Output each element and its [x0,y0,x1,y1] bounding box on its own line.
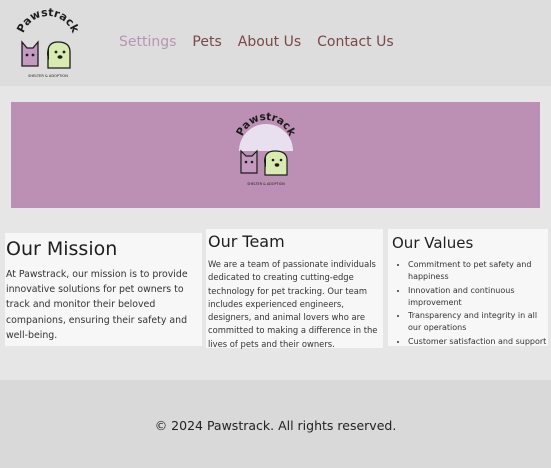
svg-text:SHELTER & ADOPTION: SHELTER & ADOPTION [28,74,68,78]
mission-card: Our Mission At Pawstrack, our mission is… [5,233,202,346]
team-text: We are a team of passionate individuals … [208,259,378,349]
svg-text:SHELTER & ADOPTION: SHELTER & ADOPTION [247,182,285,186]
team-card: Our Team We are a team of passionate ind… [206,229,383,349]
team-title: Our Team [208,232,285,251]
list-item: Transparency and integrity in all our op… [408,310,548,335]
svg-text:Pawstrack: Pawstrack [14,6,82,36]
mission-text: At Pawstrack, our mission is to provide … [6,269,188,341]
pawstrack-logo[interactable]: Pawstrack SHELTER & ADOPTION [12,2,84,82]
nav-pets[interactable]: Pets [192,34,221,50]
site-footer: © 2024 Pawstrack. All rights reserved. [0,380,551,468]
list-item: Commitment to pet safety and happiness [408,259,548,284]
mission-title: Our Mission [6,238,118,260]
main-nav: Settings Pets About Us Contact Us [119,34,410,50]
nav-about-us[interactable]: About Us [238,34,301,50]
values-list: Commitment to pet safety and happiness I… [392,259,548,348]
values-title: Our Values [392,234,474,252]
list-item: Innovation and continuous improvement [408,285,548,310]
copyright-text: © 2024 Pawstrack. All rights reserved. [154,418,397,433]
list-item: Customer satisfaction and support [408,336,548,348]
hero-banner: Pawstrack SHELTER & ADOPTION [11,102,540,208]
nav-settings[interactable]: Settings [119,34,176,50]
values-card: Our Values Commitment to pet safety and … [388,229,548,346]
banner-logo: Pawstrack SHELTER & ADOPTION [234,111,298,186]
site-header: Pawstrack SHELTER & ADOPTION Settings Pe… [0,0,551,86]
nav-contact-us[interactable]: Contact Us [317,34,393,50]
